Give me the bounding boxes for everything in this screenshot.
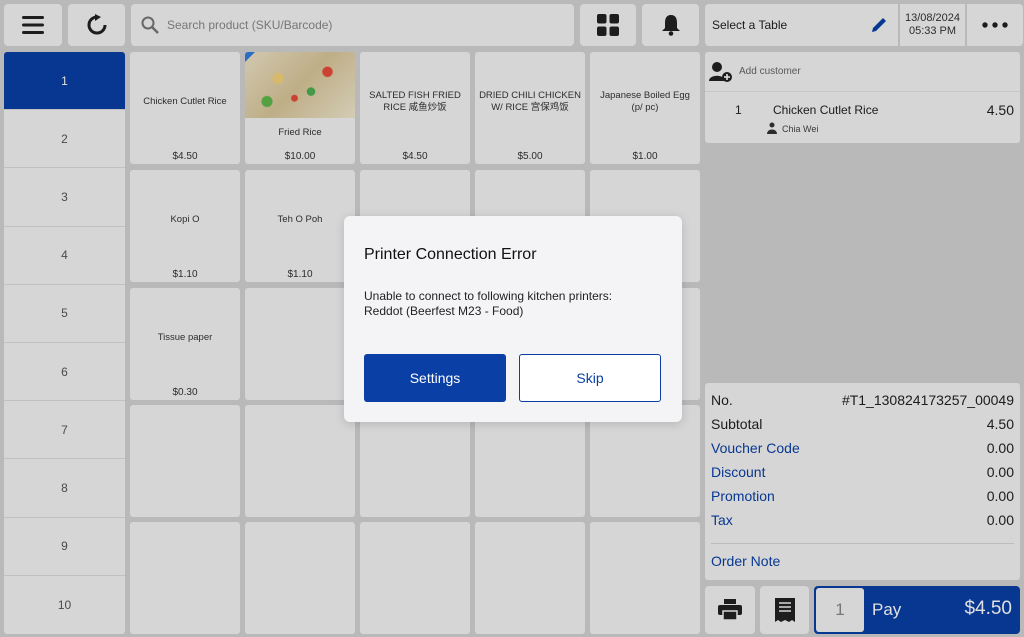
- printer-error-dialog: Printer Connection Error Unable to conne…: [344, 216, 682, 422]
- settings-button[interactable]: Settings: [364, 354, 506, 402]
- skip-button[interactable]: Skip: [519, 354, 661, 402]
- dialog-message-line1: Unable to connect to following kitchen p…: [364, 289, 613, 303]
- dialog-title: Printer Connection Error: [364, 246, 537, 263]
- dialog-message: Unable to connect to following kitchen p…: [364, 289, 664, 319]
- dialog-message-line2: Reddot (Beerfest M23 - Food): [364, 304, 524, 318]
